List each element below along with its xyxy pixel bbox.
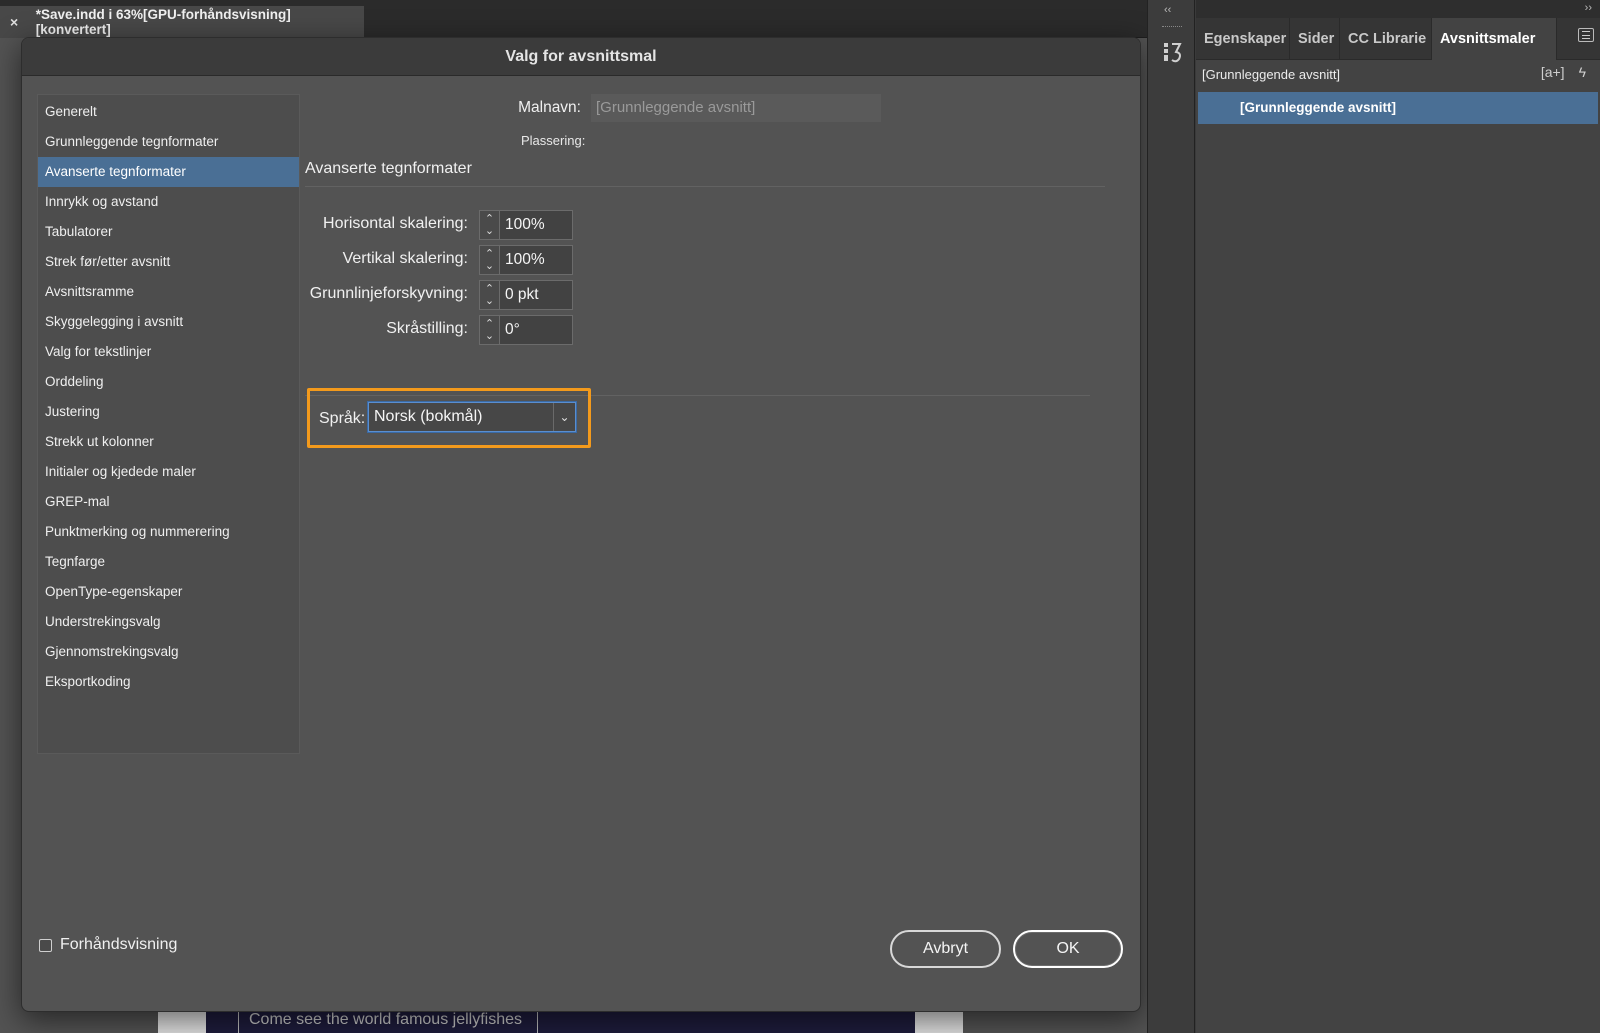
tab-cc-libraries[interactable]: CC Librarie bbox=[1340, 17, 1432, 60]
category-item[interactable]: Punktmerking og nummerering bbox=[38, 517, 299, 547]
style-name-label: Malnavn: bbox=[518, 99, 581, 116]
language-select[interactable]: Norsk (bokmål) ⌄ bbox=[368, 402, 576, 432]
document-tab-title: *Save.indd i 63%[GPU-forhåndsvisning] [k… bbox=[35, 7, 291, 37]
panel-header-icons: [a+] ϟ bbox=[1541, 64, 1586, 80]
horizontal-scale-value[interactable]: 100% bbox=[500, 211, 572, 239]
baseline-shift-label: Grunnlinjeforskyvning: bbox=[309, 285, 468, 302]
expand-panels-icon[interactable]: ›› bbox=[1585, 2, 1592, 14]
vertical-scale-stepper[interactable]: ⌃ ⌄ 100% bbox=[479, 245, 573, 275]
cancel-button[interactable]: Avbryt bbox=[890, 930, 1001, 968]
grip-handle[interactable] bbox=[1162, 26, 1182, 29]
stepper-arrows-icon[interactable]: ⌃ ⌄ bbox=[480, 246, 500, 274]
baseline-shift-value[interactable]: 0 pkt bbox=[500, 281, 572, 309]
section-divider bbox=[305, 186, 1105, 187]
paragraph-styles-panel: ›› Egenskaper Sider CC Librarie Avsnitts… bbox=[1196, 0, 1600, 1033]
panel-menu-icon[interactable] bbox=[1578, 28, 1594, 42]
stepper-arrows-icon[interactable]: ⌃ ⌄ bbox=[480, 316, 500, 344]
tab-paragraph-styles[interactable]: Avsnittsmaler bbox=[1432, 17, 1557, 60]
style-list-item-selected[interactable]: [Grunnleggende avsnitt] bbox=[1198, 92, 1598, 124]
category-item[interactable]: Avsnittsramme bbox=[38, 277, 299, 307]
tab-properties[interactable]: Egenskaper bbox=[1196, 17, 1290, 60]
category-item[interactable]: Valg for tekstlinjer bbox=[38, 337, 299, 367]
panel-top-bar: ›› bbox=[1196, 0, 1600, 18]
paragraph-styles-icon[interactable] bbox=[1162, 40, 1184, 66]
skew-stepper[interactable]: ⌃ ⌄ 0° bbox=[479, 315, 573, 345]
chevron-down-icon[interactable]: ⌄ bbox=[553, 403, 575, 431]
placement-label: Plassering: bbox=[521, 133, 586, 148]
horizontal-scale-stepper[interactable]: ⌃ ⌄ 100% bbox=[479, 210, 573, 240]
dialog-title: Valg for avsnittsmal bbox=[22, 38, 1140, 76]
category-list: Generelt Grunnleggende tegnformater Avan… bbox=[37, 94, 300, 754]
panel-tabs: Egenskaper Sider CC Librarie Avsnittsmal… bbox=[1196, 17, 1600, 60]
skew-label: Skråstilling: bbox=[386, 320, 468, 337]
category-item[interactable]: Skyggelegging i avsnitt bbox=[38, 307, 299, 337]
baseline-shift-stepper[interactable]: ⌃ ⌄ 0 pkt bbox=[479, 280, 573, 310]
collapse-panels-icon[interactable]: ‹‹ bbox=[1164, 4, 1171, 16]
ok-button[interactable]: OK bbox=[1013, 930, 1123, 968]
style-name-field[interactable]: [Grunnleggende avsnitt] bbox=[591, 94, 881, 122]
category-item[interactable]: Initialer og kjedede maler bbox=[38, 457, 299, 487]
close-tab-icon[interactable]: × bbox=[10, 14, 26, 30]
category-item[interactable]: Tabulatorer bbox=[38, 217, 299, 247]
category-item[interactable]: OpenType-egenskaper bbox=[38, 577, 299, 607]
category-item-selected[interactable]: Avanserte tegnformater bbox=[38, 157, 299, 187]
category-item[interactable]: Strek før/etter avsnitt bbox=[38, 247, 299, 277]
paragraph-style-dialog: Valg for avsnittsmal Generelt Grunnlegge… bbox=[21, 37, 1141, 1012]
current-style-label: [Grunnleggende avsnitt] bbox=[1202, 67, 1341, 82]
language-select-value[interactable]: Norsk (bokmål) bbox=[369, 403, 553, 431]
category-item[interactable]: Innrykk og avstand bbox=[38, 187, 299, 217]
panel-icon-strip: ‹‹ bbox=[1147, 0, 1195, 1033]
preview-toggle[interactable]: Forhåndsvisning bbox=[39, 936, 177, 954]
category-item[interactable]: GREP-mal bbox=[38, 487, 299, 517]
section-title: Avanserte tegnformater bbox=[305, 160, 472, 177]
skew-value[interactable]: 0° bbox=[500, 316, 572, 344]
document-tab[interactable]: × *Save.indd i 63%[GPU-forhåndsvisning] … bbox=[0, 6, 364, 38]
category-item[interactable]: Generelt bbox=[38, 97, 299, 127]
category-item[interactable]: Gjennomstrekingsvalg bbox=[38, 637, 299, 667]
new-style-from-selection-icon[interactable]: [a+] bbox=[1541, 64, 1565, 80]
horizontal-scale-label: Horisontal skalering: bbox=[323, 215, 468, 232]
stepper-arrows-icon[interactable]: ⌃ ⌄ bbox=[480, 211, 500, 239]
category-item[interactable]: Tegnfarge bbox=[38, 547, 299, 577]
stepper-arrows-icon[interactable]: ⌃ ⌄ bbox=[480, 281, 500, 309]
category-item[interactable]: Grunnleggende tegnformater bbox=[38, 127, 299, 157]
category-item[interactable]: Strekk ut kolonner bbox=[38, 427, 299, 457]
document-tab-bar: × *Save.indd i 63%[GPU-forhåndsvisning] … bbox=[0, 0, 1147, 38]
preview-checkbox[interactable] bbox=[39, 938, 52, 952]
category-item[interactable]: Orddeling bbox=[38, 367, 299, 397]
tab-pages[interactable]: Sider bbox=[1290, 17, 1340, 60]
language-label: Språk: bbox=[319, 410, 366, 427]
preview-label: Forhåndsvisning bbox=[60, 936, 178, 953]
quick-apply-icon[interactable]: ϟ bbox=[1579, 64, 1586, 80]
category-item[interactable]: Eksportkoding bbox=[38, 667, 299, 697]
vertical-scale-label: Vertikal skalering: bbox=[342, 250, 468, 267]
category-item[interactable]: Justering bbox=[38, 397, 299, 427]
vertical-scale-value[interactable]: 100% bbox=[500, 246, 572, 274]
settings-form: Malnavn: [Grunnleggende avsnitt] Plasser… bbox=[305, 78, 1125, 778]
category-item[interactable]: Understrekingsvalg bbox=[38, 607, 299, 637]
